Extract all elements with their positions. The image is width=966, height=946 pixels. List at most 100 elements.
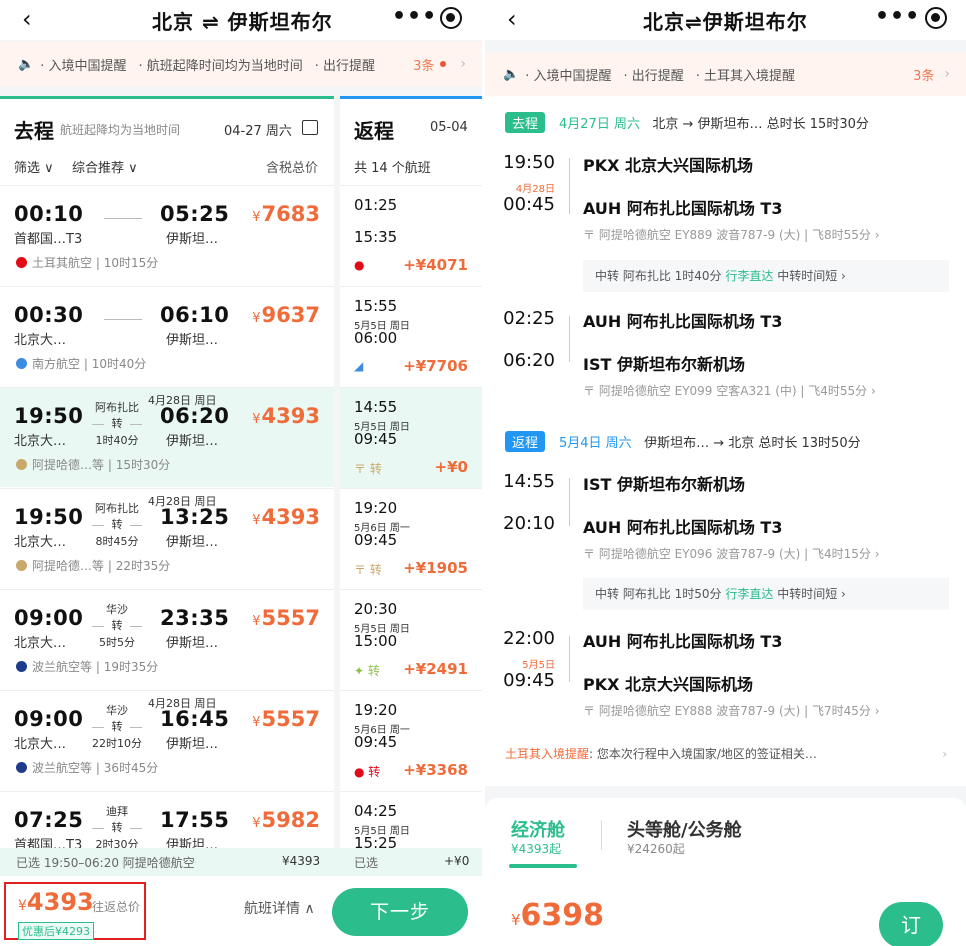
route-line [92, 424, 104, 425]
next-step-button[interactable]: 下一步 [332, 888, 468, 936]
return-flight-row[interactable]: 15:55 5月5日 周日 06:00 ◢ +¥7706 [340, 286, 482, 387]
outbound-title: 去程 [14, 119, 54, 143]
dep-time: 19:50 [14, 404, 84, 428]
outbound-flight-row[interactable]: 09:00 北京大… 23:35 伊斯坦… ¥5557 华沙转 5时5分 波兰航空等 | 19… [0, 589, 334, 689]
dep-time: 19:50 [503, 152, 555, 173]
dep-airport: 北京大… [14, 737, 67, 752]
return-flight-row[interactable]: 19:20 5月6日 周一 09:45 ● 转 +¥3368 [340, 690, 482, 791]
outbound-flight-list: 去程 航班起降均为当地时间 04-27 周六 筛选 ∨ 综合推荐 ∨ 含税总价 … [0, 96, 334, 946]
segment-info[interactable]: 〒 阿提哈德航空 EY096 波音787-9 (大) | 飞4时15分 › [583, 545, 880, 562]
route-line [130, 828, 142, 829]
dep-airport: AUH 阿布扎比国际机场 T3 [583, 632, 783, 651]
dep-time: 09:00 [14, 707, 84, 731]
outbound-tag: 去程 [505, 112, 546, 133]
top-nav-bar: ‹ 北京⇌伊斯坦布尔 ••• [485, 0, 966, 40]
outbound-flight-row[interactable]: 19:50 北京大… 13:25 伊斯坦… ¥4393 阿布扎比转 8时45分 4月28日 周… [0, 488, 334, 588]
selected-return: 已选 [354, 856, 379, 870]
airline-logo-icon: 〒 转 [354, 462, 382, 476]
total-price-label: 往返总价 [92, 900, 141, 914]
route-line [130, 626, 142, 627]
notice-item[interactable]: · 出行提醒 [315, 55, 375, 74]
back-icon[interactable]: ‹ [22, 6, 32, 32]
outbound-flight-row[interactable]: 09:00 北京大… 16:45 伊斯坦… ¥5557 华沙转 22时10分 4月28日 周日… [0, 690, 334, 790]
segment-line [569, 158, 570, 214]
segment-info[interactable]: 〒 阿提哈德航空 EY099 空客A321 (中) | 飞4时55分 › [583, 382, 876, 399]
mini-program-close-icon[interactable] [440, 7, 462, 29]
selected-outbound: 已选 19:50–06:20 阿提哈德航空 [16, 856, 195, 870]
bottom-action-bar: ¥4393 往返总价 优惠后¥4293 航班详情 ∧ 下一步 [0, 876, 482, 946]
arr-airport: 伊斯坦… [166, 333, 219, 348]
outbound-date[interactable]: 04-27 周六 [224, 120, 292, 139]
chevron-right-icon[interactable]: › [944, 66, 950, 82]
dep-time: 14:55 [354, 398, 398, 416]
next-day-label: 4月28日 周日 [148, 394, 217, 407]
more-icon[interactable]: ••• [392, 4, 437, 29]
business-tab[interactable]: 头等舱/公务舱 [627, 816, 742, 842]
chevron-right-icon: › [942, 747, 947, 761]
flight-list-screen: ‹ 北京 ⇌ 伊斯坦布尔 ••• 🔈 · 入境中国提醒 · 航班起降时间均为当地… [0, 0, 482, 946]
outbound-flight-row[interactable]: 19:50 北京大… 06:20 伊斯坦… ¥4393 阿布扎比转 1时40分 4月28日 周… [0, 387, 334, 487]
return-flight-row[interactable]: 20:30 5月5日 周日 15:00 ✦ 转 +¥2491 [340, 589, 482, 690]
book-button[interactable]: 订 [879, 902, 943, 946]
route-line [104, 218, 142, 219]
arr-time: 09:45 [503, 670, 555, 691]
dep-time: 19:20 [354, 499, 398, 517]
notice-count: 3条 [913, 68, 935, 84]
visa-reminder[interactable]: 土耳其入境提醒: 您本次行程中入境国家/地区的签证相关… › [505, 736, 951, 772]
sort-button[interactable]: 综合推荐 ∨ [72, 157, 138, 176]
route-line [92, 828, 104, 829]
transfer-city: 阿布扎比 [95, 502, 139, 515]
flight-price: ¥4393 [252, 404, 320, 428]
outbound-flight-row[interactable]: 00:10 首都国…T3 05:25 伊斯坦… ¥7683 土耳其航空 | 10时15分 [0, 185, 334, 285]
flight-price: ¥5557 [252, 707, 320, 731]
segment-line [569, 478, 570, 526]
notice-item[interactable]: · 入境中国提醒 [40, 55, 126, 74]
airline-info: 阿提哈德…等 | 15时30分 [16, 456, 170, 473]
airline-logo-icon [16, 358, 27, 369]
arr-time: 20:10 [503, 513, 555, 534]
dep-time: 00:30 [14, 303, 84, 327]
back-icon[interactable]: ‹ [507, 6, 517, 32]
outbound-flight-row[interactable]: 00:30 北京大… 06:10 伊斯坦… ¥9637 南方航空 | 10时40分 [0, 286, 334, 386]
segment-info[interactable]: 〒 阿提哈德航空 EY888 波音787-9 (大) | 飞7时45分 › [583, 702, 880, 719]
chevron-right-icon[interactable]: › [460, 56, 466, 72]
return-price: +¥3368 [403, 761, 468, 779]
notice-item[interactable]: · 入境中国提醒 [525, 65, 611, 84]
route-line [130, 525, 142, 526]
transfer-duration: 22时10分 [92, 737, 142, 750]
arr-time: 09:45 [354, 430, 398, 448]
calendar-icon[interactable] [302, 120, 318, 135]
return-count: 共 14 个航班 [354, 161, 431, 176]
dep-airport: 北京大… [14, 434, 67, 449]
segment-line [569, 316, 570, 362]
notice-item[interactable]: · 出行提醒 [623, 65, 683, 84]
filter-button[interactable]: 筛选 ∨ [14, 157, 54, 176]
return-flight-row[interactable]: 14:55 5月5日 周日 09:45 〒 转 +¥0 [340, 387, 482, 488]
return-flight-row[interactable]: 19:20 5月6日 周一 09:45 〒 转 +¥1905 [340, 488, 482, 589]
dep-time: 02:25 [503, 308, 555, 329]
return-date[interactable]: 05-04 [430, 120, 468, 135]
notice-bar[interactable]: 🔈 · 入境中国提醒 · 出行提醒 · 土耳其入境提醒 3条 › [485, 52, 966, 96]
notice-item[interactable]: · 土耳其入境提醒 [696, 65, 795, 84]
notice-bar[interactable]: 🔈 · 入境中国提醒 · 航班起降时间均为当地时间 · 出行提醒 3条 › [0, 42, 482, 86]
airline-logo-icon: ● [354, 258, 365, 272]
screenshot-collage: ‹ 北京 ⇌ 伊斯坦布尔 ••• 🔈 · 入境中国提醒 · 航班起降时间均为当地… [0, 0, 966, 946]
segment-info[interactable]: 〒 阿提哈德航空 EY889 波音787-9 (大) | 飞8时55分 › [583, 226, 880, 243]
airline-logo-icon: 〒 转 [354, 563, 382, 577]
more-icon[interactable]: ••• [875, 4, 920, 29]
dep-airport: PKX 北京大兴国际机场 [583, 156, 754, 175]
return-flight-row[interactable]: 01:25 15:35 ● +¥4071 [340, 185, 482, 286]
route-line [92, 626, 104, 627]
transfer-info[interactable]: 中转 阿布扎比 1时40分 行李直达 中转时间短 › [583, 260, 949, 292]
dep-airport: IST 伊斯坦布尔新机场 [583, 475, 745, 494]
arr-airport: AUH 阿布扎比国际机场 T3 [583, 199, 783, 218]
transfer-info[interactable]: 中转 阿布扎比 1时50分 行李直达 中转时间短 › [583, 578, 949, 610]
segment-line [569, 636, 570, 682]
arr-airport: 伊斯坦… [166, 636, 219, 651]
economy-tab[interactable]: 经济舱 [511, 816, 565, 842]
flight-details-button[interactable]: 航班详情 ∧ [244, 898, 315, 918]
mini-program-close-icon[interactable] [925, 7, 947, 29]
transfer-duration: 1时40分 [95, 434, 139, 447]
outbound-subtitle: 航班起降均为当地时间 [60, 123, 181, 137]
notice-item[interactable]: · 航班起降时间均为当地时间 [138, 55, 302, 74]
